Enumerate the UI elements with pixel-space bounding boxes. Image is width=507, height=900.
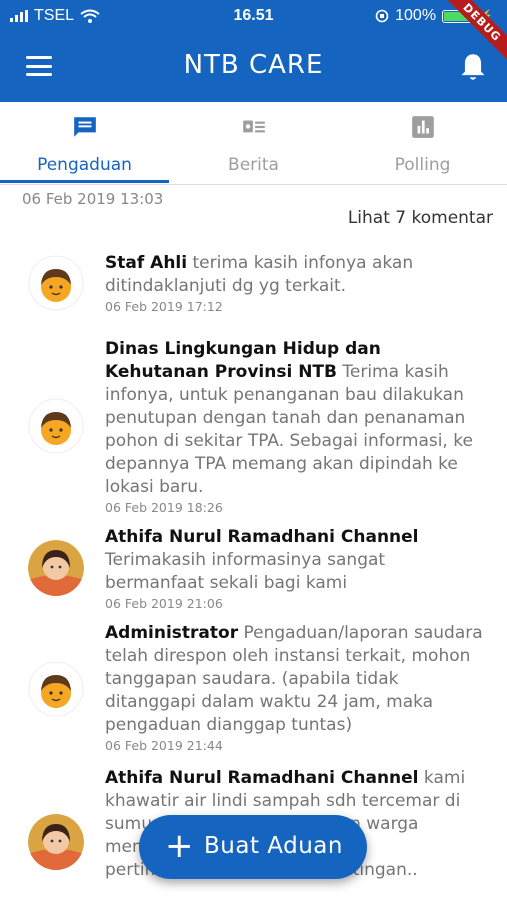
comment-text: Terima kasih infonya, untuk penanganan b… <box>105 362 473 497</box>
app-bar: NTB CARE <box>0 34 507 102</box>
status-bar: TSEL 16.51 100% ⚡ <box>0 0 507 34</box>
comment-text: Terimakasih informasinya sangat bermanfa… <box>105 550 386 593</box>
tab-label-polling: Polling <box>394 155 451 175</box>
news-icon <box>243 120 265 133</box>
tab-label-pengaduan: Pengaduan <box>37 155 132 175</box>
bell-icon[interactable] <box>459 52 487 82</box>
create-complaint-label: Buat Aduan <box>204 833 343 859</box>
complaint-detail: 06 Feb 2019 13:03 Lihat 7 komentar Staf … <box>0 184 507 900</box>
post-date: 06 Feb 2019 13:03 <box>22 190 164 208</box>
avatar <box>28 814 84 870</box>
boy-avatar-icon <box>28 661 84 717</box>
avatar <box>28 661 84 717</box>
avatar <box>28 540 84 596</box>
girl-photo-avatar-icon <box>28 540 84 596</box>
poll-icon <box>412 116 434 138</box>
comment-author: Administrator <box>105 623 239 643</box>
tab-polling[interactable]: Polling <box>338 102 507 184</box>
girl-photo-avatar-icon <box>28 814 84 870</box>
tab-label-berita: Berita <box>228 155 279 175</box>
plus-icon: + <box>165 826 194 866</box>
tab-pengaduan[interactable]: Pengaduan <box>0 102 169 184</box>
battery-percent: 100% <box>395 7 437 24</box>
boy-avatar-icon <box>28 255 84 311</box>
comment-author: Athifa Nurul Ramadhani Channel <box>105 768 419 788</box>
see-comments-link[interactable]: Lihat 7 komentar <box>348 208 493 228</box>
comment-author: Athifa Nurul Ramadhani Channel <box>105 527 419 547</box>
app-title: NTB CARE <box>183 50 324 80</box>
avatar <box>28 398 84 454</box>
tab-bar: Pengaduan Berita Polling <box>0 102 507 185</box>
boy-avatar-icon <box>28 398 84 454</box>
chat-icon <box>74 117 96 137</box>
rotation-lock-icon <box>375 9 389 23</box>
comment-author: Dinas Lingkungan Hidup dan Kehutanan Pro… <box>105 339 381 382</box>
tab-berita[interactable]: Berita <box>169 102 338 184</box>
comment-author: Staf Ahli <box>105 253 188 273</box>
comment-date: 06 Feb 2019 17:12 <box>105 299 223 314</box>
create-complaint-button[interactable]: + Buat Aduan <box>139 815 367 879</box>
avatar <box>28 255 84 311</box>
tab-indicator <box>0 180 169 183</box>
comment-date: 06 Feb 2019 21:44 <box>105 738 223 753</box>
comment-date: 06 Feb 2019 21:06 <box>105 596 223 611</box>
comment-date: 06 Feb 2019 18:26 <box>105 500 223 515</box>
